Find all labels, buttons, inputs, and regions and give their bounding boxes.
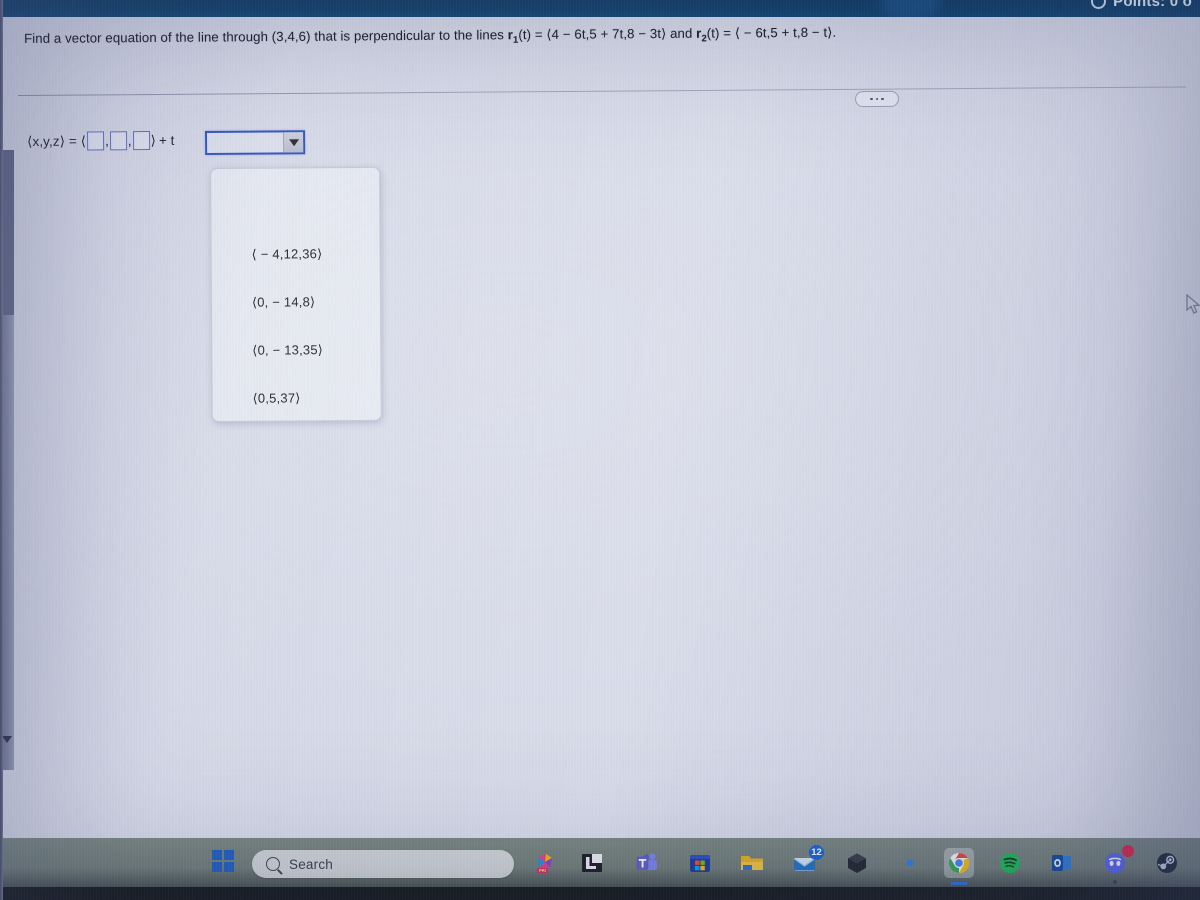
outlook-icon[interactable] bbox=[1047, 848, 1077, 878]
hexagon-app-icon[interactable] bbox=[842, 848, 872, 878]
dropdown-option[interactable]: ⟨0, − 13,35⟩ bbox=[212, 326, 380, 375]
assignment-header-bar: Points: 0 o bbox=[0, 0, 1200, 17]
comma-1: , bbox=[105, 133, 109, 149]
answer-box-y[interactable] bbox=[109, 131, 127, 151]
dot-1-icon bbox=[870, 97, 873, 101]
start-button[interactable] bbox=[212, 850, 234, 872]
discord-badge bbox=[1122, 845, 1134, 857]
direction-vector-combobox[interactable] bbox=[205, 130, 306, 155]
answer-lhs-label: ⟨x,y,z⟩ = ⟨ bbox=[27, 133, 87, 149]
question-statement: Find a vector equation of the line throu… bbox=[24, 22, 1044, 51]
dropdown-option[interactable]: ⟨0, − 14,8⟩ bbox=[212, 278, 380, 327]
screen-bezel-bottom bbox=[0, 887, 1200, 900]
question-conjunction: and bbox=[666, 25, 697, 41]
progress-circle-icon bbox=[1091, 0, 1107, 9]
combobox-dropdown-button[interactable] bbox=[283, 132, 304, 153]
r2-expression: (t) = ⟨ − 6t,5 + t,8 − t⟩. bbox=[706, 24, 837, 41]
points-label: Points: 0 o bbox=[1113, 0, 1192, 10]
search-placeholder: Search bbox=[289, 856, 333, 872]
dot-3-icon bbox=[881, 97, 884, 101]
comma-2: , bbox=[127, 133, 132, 149]
scrollbar-down-arrow-icon[interactable] bbox=[2, 736, 12, 743]
photo-moire-overlay bbox=[0, 0, 1200, 900]
windows-logo-icon bbox=[212, 850, 222, 860]
chrome-icon[interactable] bbox=[944, 848, 974, 885]
spotify-icon[interactable] bbox=[995, 848, 1025, 878]
file-explorer-icon[interactable] bbox=[737, 848, 767, 878]
copilot-365-icon[interactable]: PRI bbox=[530, 848, 560, 878]
question-prefix: Find a vector equation of the line throu… bbox=[24, 27, 508, 46]
screen-bezel-left bbox=[0, 0, 3, 900]
steam-icon[interactable] bbox=[1152, 848, 1182, 878]
app-l-icon[interactable] bbox=[577, 848, 607, 878]
svg-text:PRI: PRI bbox=[539, 868, 546, 873]
points-indicator: Points: 0 o bbox=[1091, 0, 1192, 10]
closing-angle-bracket: ⟩ bbox=[150, 132, 156, 148]
teams-icon[interactable] bbox=[632, 848, 662, 878]
mouse-pointer-icon bbox=[1186, 294, 1200, 314]
dot-2-icon bbox=[875, 97, 879, 101]
answer-box-z[interactable] bbox=[132, 131, 150, 151]
dropdown-option[interactable]: ⟨ − 4,12,36⟩ bbox=[211, 230, 379, 279]
active-app-indicator bbox=[950, 882, 968, 885]
windows-logo-icon bbox=[212, 862, 222, 872]
r1-expression: (t) = ⟨4 − 6t,5 + 7t,8 − 3t⟩ bbox=[518, 25, 667, 43]
taskbar-search-input[interactable]: Search bbox=[252, 850, 514, 878]
windows-logo-icon bbox=[224, 850, 234, 860]
running-app-indicator bbox=[1113, 880, 1117, 884]
combobox-options-list[interactable]: ⟨ − 4,12,36⟩ ⟨0, − 14,8⟩ ⟨0, − 13,35⟩ ⟨0… bbox=[210, 166, 382, 423]
more-options-button[interactable] bbox=[854, 90, 900, 108]
mail-icon[interactable]: 12 bbox=[790, 845, 824, 878]
mail-badge: 12 bbox=[809, 845, 824, 860]
answer-equation-row: ⟨x,y,z⟩ = ⟨ , , ⟩ + t bbox=[27, 131, 174, 151]
windows-logo-icon bbox=[224, 862, 234, 872]
section-divider bbox=[17, 86, 1186, 96]
search-icon bbox=[266, 857, 280, 871]
photo-lighting-overlay bbox=[0, 0, 1200, 900]
discord-icon[interactable] bbox=[1100, 845, 1134, 884]
photo-vignette-overlay bbox=[0, 0, 1200, 900]
copilot-icon[interactable] bbox=[895, 848, 925, 878]
header-glow bbox=[880, 0, 940, 17]
screen-photo: Points: 0 o Find a vector equation of th… bbox=[0, 0, 1200, 900]
dropdown-option[interactable]: ⟨0,5,37⟩ bbox=[212, 374, 380, 423]
plus-t-label: + t bbox=[158, 132, 175, 148]
chevron-down-icon bbox=[288, 138, 299, 146]
combobox-value bbox=[207, 132, 283, 153]
answer-box-x[interactable] bbox=[87, 131, 105, 151]
microsoft-store-icon[interactable] bbox=[685, 848, 715, 878]
